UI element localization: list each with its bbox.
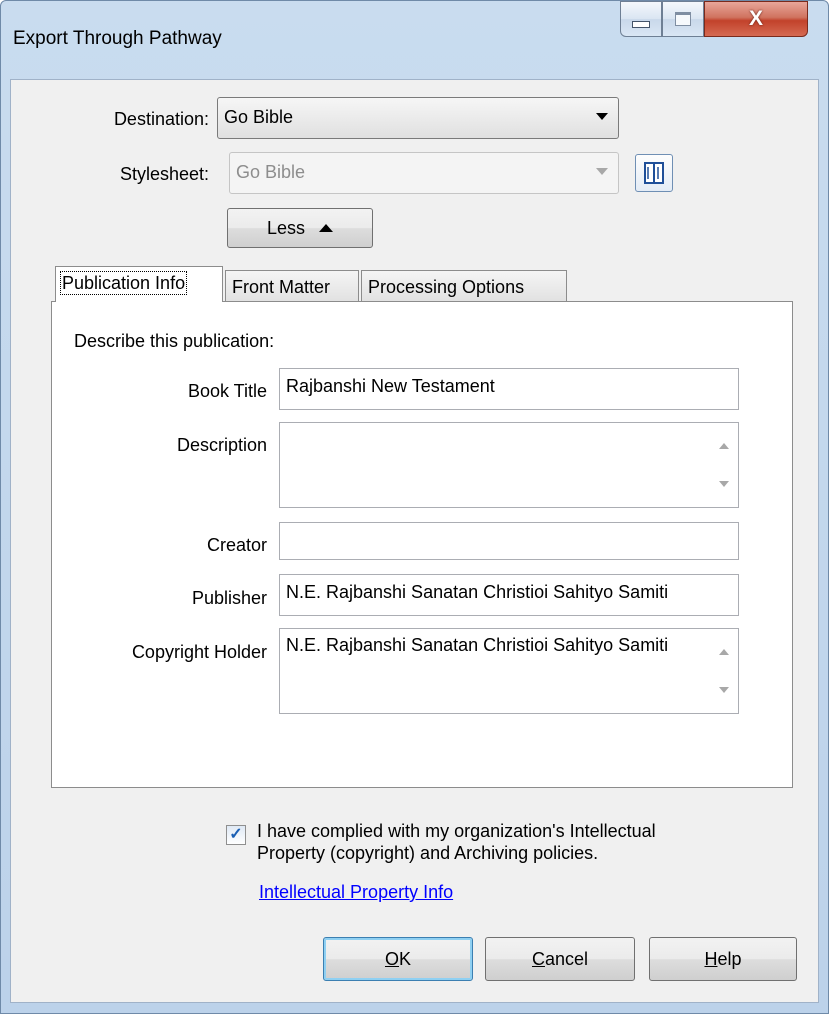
dialog-client-area: Destination: Go Bible Stylesheet: Go Bib… <box>10 79 819 1003</box>
title-bar[interactable]: Export Through Pathway X <box>1 1 828 79</box>
edit-stylesheet-button[interactable] <box>635 154 673 192</box>
publisher-value: N.E. Rajbanshi Sanatan Christioi Sahityo… <box>286 582 669 602</box>
close-icon: X <box>748 7 763 30</box>
description-field[interactable] <box>279 422 739 508</box>
scroll-down-icon[interactable] <box>719 687 729 693</box>
book-title-value: Rajbanshi New Testament <box>286 376 495 396</box>
tab-label: Publication Info <box>59 271 188 295</box>
book-icon <box>644 162 664 184</box>
scroll-down-icon[interactable] <box>719 481 729 487</box>
description-label: Description <box>176 435 267 455</box>
cancel-button[interactable]: Cancel <box>485 937 635 981</box>
tab-publication-info[interactable]: Publication Info <box>55 266 223 302</box>
publisher-field[interactable]: N.E. Rajbanshi Sanatan Christioi Sahityo… <box>279 574 739 616</box>
creator-label: Creator <box>206 535 267 555</box>
publication-info-panel: Describe this publication: Book Title Ra… <box>51 301 793 788</box>
tab-processing-options[interactable]: Processing Options <box>361 270 567 302</box>
chevron-down-icon <box>596 113 608 120</box>
stylesheet-value: Go Bible <box>236 162 306 182</box>
maximize-icon <box>675 12 691 26</box>
export-dialog-window: Export Through Pathway X Destination: Go… <box>0 0 829 1014</box>
less-button-label: Less <box>266 217 306 238</box>
tab-label: Processing Options <box>368 277 525 297</box>
destination-label: Destination: <box>113 109 209 129</box>
copyright-holder-field[interactable]: N.E. Rajbanshi Sanatan Christioi Sahityo… <box>279 628 739 714</box>
window-title: Export Through Pathway <box>13 28 222 49</box>
describe-heading: Describe this publication: <box>74 331 275 351</box>
book-title-field[interactable]: Rajbanshi New Testament <box>279 368 739 410</box>
minimize-button[interactable] <box>620 1 662 37</box>
copyright-holder-label: Copyright Holder <box>131 642 267 662</box>
publisher-label: Publisher <box>191 588 267 608</box>
checkmark-icon: ✓ <box>229 826 243 843</box>
scroll-up-icon[interactable] <box>719 443 729 449</box>
stylesheet-dropdown: Go Bible <box>229 152 619 194</box>
copyright-holder-scrollbar[interactable] <box>714 631 736 711</box>
ok-button[interactable]: OK <box>323 937 473 981</box>
intellectual-property-link[interactable]: Intellectual Property Info <box>259 882 453 903</box>
creator-field[interactable] <box>279 522 739 560</box>
close-button[interactable]: X <box>704 1 808 37</box>
chevron-down-icon <box>596 168 608 175</box>
stylesheet-label: Stylesheet: <box>119 164 209 184</box>
less-button[interactable]: Less <box>227 208 373 248</box>
book-title-label: Book Title <box>187 381 267 401</box>
description-scrollbar[interactable] <box>714 425 736 505</box>
ok-button-label: OK <box>384 948 412 969</box>
cancel-button-label: Cancel <box>531 948 589 969</box>
help-button-label: Help <box>704 948 742 969</box>
compliance-checkbox[interactable]: ✓ <box>226 825 246 845</box>
minimize-icon <box>632 20 650 28</box>
scroll-up-icon[interactable] <box>719 649 729 655</box>
destination-value: Go Bible <box>224 107 294 127</box>
tab-label: Front Matter <box>232 277 331 297</box>
collapse-arrow-icon <box>319 224 334 232</box>
compliance-text: I have complied with my organization's I… <box>257 820 656 864</box>
maximize-button[interactable] <box>662 1 704 37</box>
help-button[interactable]: Help <box>649 937 797 981</box>
copyright-holder-value: N.E. Rajbanshi Sanatan Christioi Sahityo… <box>286 635 669 655</box>
compliance-text-line2: Property (copyright) and Archiving polic… <box>257 843 599 863</box>
compliance-text-line1: I have complied with my organization's I… <box>257 821 656 841</box>
destination-dropdown[interactable]: Go Bible <box>217 97 619 139</box>
tab-front-matter[interactable]: Front Matter <box>225 270 359 302</box>
